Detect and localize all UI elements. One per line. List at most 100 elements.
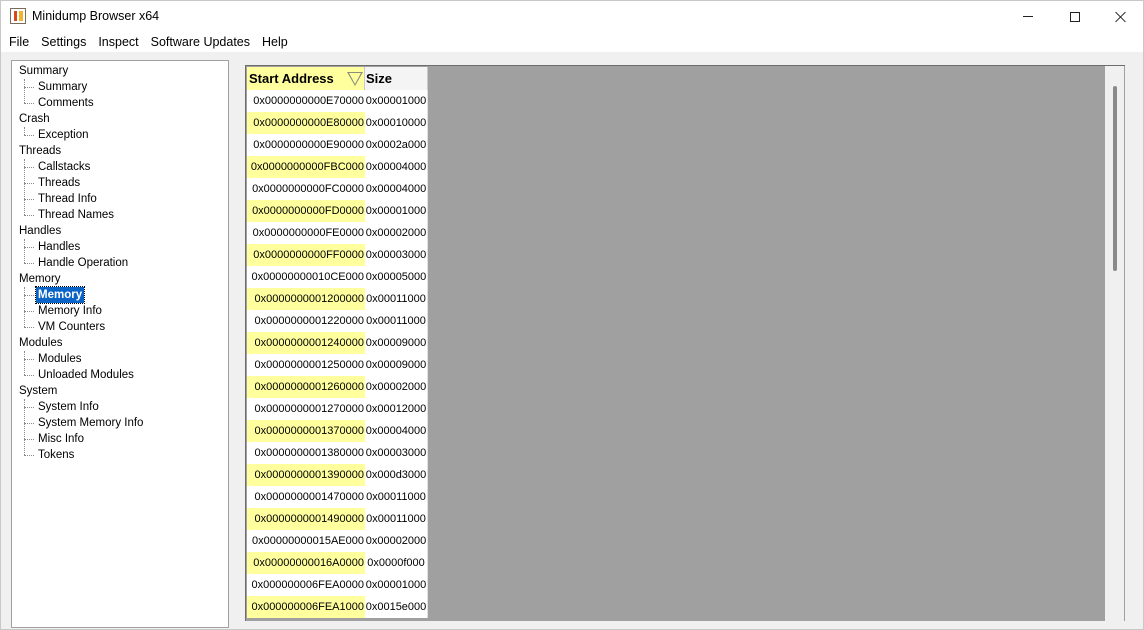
menu-settings[interactable]: Settings	[35, 32, 92, 52]
table-row[interactable]: 0x0000000001200000 0x00011000	[247, 288, 428, 310]
table-row[interactable]: 0x00000000010CE000 0x00005000	[247, 266, 428, 288]
size-cell: 0x00004000	[365, 156, 428, 178]
tree-item-label: Handles	[38, 241, 81, 253]
minimize-button[interactable]	[1005, 1, 1051, 32]
tree-category-modules[interactable]: Modules	[12, 335, 228, 351]
tree-item-threads[interactable]: Threads	[12, 175, 228, 191]
start-address-cell: 0x0000000001220000	[247, 310, 365, 332]
column-header-start-address[interactable]: Start Address	[247, 67, 365, 90]
table-row[interactable]: 0x0000000001250000 0x00009000	[247, 354, 428, 376]
close-button[interactable]	[1098, 1, 1144, 32]
table-row[interactable]: 0x0000000000E70000 0x00001000	[247, 90, 428, 112]
tree-item-system-memory-info[interactable]: System Memory Info	[12, 415, 228, 431]
start-address-cell: 0x0000000000FD0000	[247, 200, 365, 222]
tree-item-exception[interactable]: Exception	[12, 127, 228, 143]
size-cell: 0x00002000	[365, 222, 428, 244]
menu-help[interactable]: Help	[256, 32, 294, 52]
tree-item-handles[interactable]: Handles	[12, 239, 228, 255]
tree-category-label: Memory	[19, 273, 61, 285]
size-cell: 0x00003000	[365, 442, 428, 464]
size-cell: 0x00010000	[365, 112, 428, 134]
tree-item-callstacks[interactable]: Callstacks	[12, 159, 228, 175]
tree-item-tokens[interactable]: Tokens	[12, 447, 228, 463]
table-row[interactable]: 0x000000006FEA1000 0x0015e000	[247, 596, 428, 618]
table-row[interactable]: 0x0000000000FD0000 0x00001000	[247, 200, 428, 222]
column-header-size[interactable]: Size	[365, 67, 428, 90]
tree-item-label: Thread Names	[38, 209, 115, 221]
table-row[interactable]: 0x0000000001380000 0x00003000	[247, 442, 428, 464]
navigation-tree[interactable]: Summary Summary Comments Crash Exception Thre…	[11, 60, 229, 628]
tree-item-modules[interactable]: Modules	[12, 351, 228, 367]
tree-item-memory-info[interactable]: Memory Info	[12, 303, 228, 319]
start-address-cell: 0x0000000001390000	[247, 464, 365, 486]
table-row[interactable]: 0x0000000001260000 0x00002000	[247, 376, 428, 398]
table-row[interactable]: 0x0000000000FE0000 0x00002000	[247, 222, 428, 244]
tree-item-vm-counters[interactable]: VM Counters	[12, 319, 228, 335]
tree-item-comments[interactable]: Comments	[12, 95, 228, 111]
tree-item-memory[interactable]: Memory	[12, 286, 228, 304]
tree-item-unloaded-modules[interactable]: Unloaded Modules	[12, 367, 228, 383]
start-address-cell: 0x0000000000FBC000	[247, 156, 365, 178]
maximize-icon	[1070, 11, 1080, 22]
tree-category-system[interactable]: System	[12, 383, 228, 399]
minimize-icon	[1023, 16, 1033, 17]
table-row[interactable]: 0x0000000001390000 0x000d3000	[247, 464, 428, 486]
table-row[interactable]: 0x0000000001470000 0x00011000	[247, 486, 428, 508]
tree-item-label: Memory	[34, 286, 86, 304]
size-cell: 0x0002a000	[365, 134, 428, 156]
table-row[interactable]: 0x0000000001220000 0x00011000	[247, 310, 428, 332]
tree-item-system-info[interactable]: System Info	[12, 399, 228, 415]
app-icon	[10, 8, 26, 24]
tree-category-crash[interactable]: Crash	[12, 111, 228, 127]
maximize-button[interactable]	[1052, 1, 1098, 32]
tree-category-memory[interactable]: Memory	[12, 271, 228, 287]
sort-descending-icon	[347, 72, 363, 86]
start-address-cell: 0x0000000000E70000	[247, 90, 365, 112]
table-row[interactable]: 0x0000000000FF0000 0x00003000	[247, 244, 428, 266]
menu-file[interactable]: File	[3, 32, 35, 52]
column-header-start-address-label: Start Address	[249, 71, 334, 86]
start-address-cell: 0x0000000001470000	[247, 486, 365, 508]
table-row[interactable]: 0x0000000001270000 0x00012000	[247, 398, 428, 420]
size-cell: 0x0000f000	[365, 552, 428, 574]
table-row[interactable]: 0x0000000001490000 0x00011000	[247, 508, 428, 530]
table-row[interactable]: 0x00000000016A0000 0x0000f000	[247, 552, 428, 574]
start-address-cell: 0x0000000001380000	[247, 442, 365, 464]
vertical-scrollbar[interactable]	[1105, 66, 1124, 621]
size-cell: 0x00011000	[365, 288, 428, 310]
tree-item-label: Tokens	[38, 449, 75, 461]
memory-grid[interactable]: Start Address Size 0x0000000000E70000 0x0…	[245, 65, 1125, 621]
tree-item-thread-info[interactable]: Thread Info	[12, 191, 228, 207]
start-address-cell: 0x0000000000FC0000	[247, 178, 365, 200]
tree-category-summary[interactable]: Summary	[12, 63, 228, 79]
table-row[interactable]: 0x00000000015AE000 0x00002000	[247, 530, 428, 552]
tree-item-thread-names[interactable]: Thread Names	[12, 207, 228, 223]
tree-item-label: Misc Info	[38, 433, 85, 445]
tree-category-handles[interactable]: Handles	[12, 223, 228, 239]
tree-connector-line	[24, 351, 25, 375]
size-cell: 0x00003000	[365, 244, 428, 266]
table-row[interactable]: 0x0000000000E90000 0x0002a000	[247, 134, 428, 156]
table-row[interactable]: 0x0000000001370000 0x00004000	[247, 420, 428, 442]
size-cell: 0x00002000	[365, 530, 428, 552]
tree-item-label: VM Counters	[38, 321, 106, 333]
tree-item-label: Threads	[38, 177, 81, 189]
table-row[interactable]: 0x000000006FEA0000 0x00001000	[247, 574, 428, 596]
size-cell: 0x00009000	[365, 332, 428, 354]
table-row[interactable]: 0x0000000000FC0000 0x00004000	[247, 178, 428, 200]
table-row[interactable]: 0x0000000001240000 0x00009000	[247, 332, 428, 354]
menu-software-updates[interactable]: Software Updates	[145, 32, 256, 52]
size-cell: 0x00009000	[365, 354, 428, 376]
size-cell: 0x00004000	[365, 178, 428, 200]
table-row[interactable]: 0x0000000000FBC000 0x00004000	[247, 156, 428, 178]
table-row[interactable]: 0x0000000000E80000 0x00010000	[247, 112, 428, 134]
tree-item-label: Modules	[38, 353, 82, 365]
tree-item-misc-info[interactable]: Misc Info	[12, 431, 228, 447]
tree-item-summary[interactable]: Summary	[12, 79, 228, 95]
menu-inspect[interactable]: Inspect	[92, 32, 144, 52]
scrollbar-thumb[interactable]	[1113, 86, 1117, 271]
tree-item-handle-operation[interactable]: Handle Operation	[12, 255, 228, 271]
grid-header: Start Address Size	[247, 67, 428, 90]
tree-category-threads[interactable]: Threads	[12, 143, 228, 159]
tree-item-label: Summary	[38, 81, 88, 93]
